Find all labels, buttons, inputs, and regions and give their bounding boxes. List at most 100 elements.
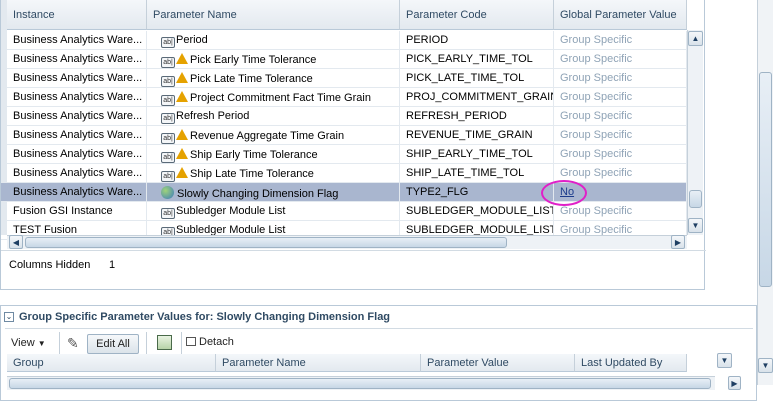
text-field-icon: ab|: [161, 208, 175, 219]
page-scroll-thumb[interactable]: [759, 72, 772, 287]
globe-icon: [161, 186, 174, 199]
global-value-text: Group Specific: [560, 91, 633, 103]
cell-parameter-code: PICK_LATE_TIME_TOL: [400, 69, 554, 88]
cell-parameter-code: SHIP_EARLY_TIME_TOL: [400, 145, 554, 164]
cell-parameter-name: ab| Period: [147, 31, 400, 50]
text-field-icon: ab|: [161, 37, 175, 48]
column-header-global-parameter-value[interactable]: Global Parameter Value: [554, 0, 687, 30]
table-row[interactable]: Business Analytics Ware... ab| Period PERIO…: [1, 31, 687, 50]
columns-hidden-label: Columns Hidden: [9, 259, 91, 271]
cell-global-value: Group Specific: [554, 107, 687, 126]
cell-instance: Business Analytics Ware...: [7, 164, 147, 183]
page-vertical-scrollbar[interactable]: ▼: [757, 0, 773, 385]
cell-parameter-code: REVENUE_TIME_GRAIN: [400, 126, 554, 145]
cell-instance: Business Analytics Ware...: [7, 145, 147, 164]
cell-parameter-name: ab| Ship Late Time Tolerance: [147, 164, 400, 183]
parameters-grid-panel: Instance Parameter Name Parameter Code G…: [0, 0, 706, 290]
toolbar-separator: [59, 332, 60, 354]
scroll-up-icon[interactable]: ▲: [688, 31, 703, 46]
table-row[interactable]: Business Analytics Ware... ab| Ship Late T…: [1, 164, 687, 183]
text-field-icon: ab|: [161, 76, 175, 87]
edit-all-button[interactable]: Edit All: [87, 334, 139, 354]
table-row[interactable]: Business Analytics Ware... ab| Ship Early …: [1, 145, 687, 164]
cell-instance: Business Analytics Ware...: [7, 69, 147, 88]
cell-instance: Business Analytics Ware...: [7, 31, 147, 50]
cell-instance: Business Analytics Ware...: [7, 50, 147, 69]
table-row[interactable]: Business Analytics Ware... ab| Project Com…: [1, 88, 687, 107]
cell-parameter-name: ab| Subledger Module List: [147, 202, 400, 221]
warning-icon: [176, 53, 188, 64]
cell-parameter-name: ab| Revenue Aggregate Time Grain: [147, 126, 400, 145]
detail-header-last-updated-by[interactable]: Last Updated By: [575, 354, 687, 372]
text-field-icon: ab|: [161, 95, 175, 106]
scroll-right-icon[interactable]: ▶: [671, 235, 685, 249]
table-row[interactable]: Business Analytics Ware... ab| Pick Early …: [1, 50, 687, 69]
collapse-toggle-icon[interactable]: ⌄: [4, 312, 14, 322]
table-row[interactable]: Business Analytics Ware... ab| Revenue Agg…: [1, 126, 687, 145]
cell-parameter-code: SUBLEDGER_MODULE_LIST: [400, 202, 554, 221]
cell-global-value: Group Specific: [554, 31, 687, 50]
parameter-name-text: Ship Early Time Tolerance: [190, 149, 318, 161]
detail-header-parameter-value[interactable]: Parameter Value: [421, 354, 575, 372]
table-row[interactable]: Business Analytics Ware... ab| Refresh Per…: [1, 107, 687, 126]
detail-header-group[interactable]: Group: [7, 354, 216, 372]
global-value-text: Group Specific: [560, 205, 633, 217]
detail-scroll-right-icon[interactable]: ▶: [728, 376, 741, 390]
export-icon[interactable]: [157, 335, 172, 350]
group-specific-panel: ⌄ Group Specific Parameter Values for: S…: [0, 305, 757, 401]
cell-parameter-code: PICK_EARLY_TIME_TOL: [400, 50, 554, 69]
grid-vertical-scrollbar[interactable]: ▲ ▼: [687, 30, 703, 235]
grid-horizontal-scrollbar[interactable]: ◀ ▶: [7, 235, 687, 249]
detail-scroll-down-icon[interactable]: ▼: [717, 353, 732, 368]
cell-global-value: Group Specific: [554, 69, 687, 88]
detail-horizontal-scroll-thumb[interactable]: [9, 378, 711, 389]
cell-global-value: Group Specific: [554, 126, 687, 145]
table-row[interactable]: Fusion GSI Instance ab| Subledger Module L…: [1, 202, 687, 221]
warning-icon: [176, 91, 188, 102]
cell-parameter-name: ab| Pick Early Time Tolerance: [147, 50, 400, 69]
detail-header-parameter-name[interactable]: Parameter Name: [216, 354, 421, 372]
cell-global-value: Group Specific: [554, 164, 687, 183]
warning-icon: [176, 72, 188, 83]
parameter-name-text: Pick Late Time Tolerance: [190, 73, 313, 85]
detail-horizontal-scrollbar[interactable]: [7, 376, 715, 390]
grid-vertical-scroll-thumb[interactable]: [689, 190, 702, 208]
warning-icon: [176, 129, 188, 140]
grid-horizontal-scroll-thumb[interactable]: [25, 237, 507, 248]
cell-instance: Fusion GSI Instance: [7, 202, 147, 221]
scroll-down-icon[interactable]: ▼: [688, 218, 703, 233]
cell-parameter-name: ab| Pick Late Time Tolerance: [147, 69, 400, 88]
panel-title: Group Specific Parameter Values for: Slo…: [19, 311, 391, 323]
global-value-text: Group Specific: [560, 110, 633, 122]
table-row[interactable]: Business Analytics Ware... ab| Pick Late T…: [1, 69, 687, 88]
divider: [5, 328, 753, 329]
scroll-left-icon[interactable]: ◀: [9, 235, 23, 249]
cell-parameter-code: PERIOD: [400, 31, 554, 50]
page-scroll-down-icon[interactable]: ▼: [758, 358, 773, 373]
parameter-name-text: Slowly Changing Dimension Flag: [177, 188, 339, 200]
column-header-parameter-name[interactable]: Parameter Name: [147, 0, 400, 30]
global-value-text: Group Specific: [560, 72, 633, 84]
global-value-text: Group Specific: [560, 148, 633, 160]
parameter-name-text: Revenue Aggregate Time Grain: [190, 130, 345, 142]
warning-icon: [176, 148, 188, 159]
cell-global-value: Group Specific: [554, 202, 687, 221]
toolbar-separator: [181, 332, 182, 354]
cell-parameter-name: Slowly Changing Dimension Flag: [147, 183, 400, 202]
divider: [1, 250, 706, 251]
pencil-icon[interactable]: ✎: [67, 335, 79, 352]
text-field-icon: ab|: [161, 57, 175, 68]
column-header-parameter-code[interactable]: Parameter Code: [400, 0, 554, 30]
view-menu[interactable]: View ▼: [11, 337, 46, 349]
detach-icon[interactable]: [186, 337, 196, 346]
warning-icon: [176, 167, 188, 178]
columns-hidden-count: 1: [109, 259, 116, 271]
cell-parameter-code: PROJ_COMMITMENT_GRAIN: [400, 88, 554, 107]
cell-instance: Business Analytics Ware...: [7, 126, 147, 145]
cell-parameter-name: ab| Refresh Period: [147, 107, 400, 126]
detach-button[interactable]: Detach: [199, 336, 234, 348]
cell-parameter-name: ab| Project Commitment Fact Time Grain: [147, 88, 400, 107]
column-header-instance[interactable]: Instance: [7, 0, 147, 30]
text-field-icon: ab|: [161, 113, 175, 124]
cell-parameter-code: SHIP_LATE_TIME_TOL: [400, 164, 554, 183]
